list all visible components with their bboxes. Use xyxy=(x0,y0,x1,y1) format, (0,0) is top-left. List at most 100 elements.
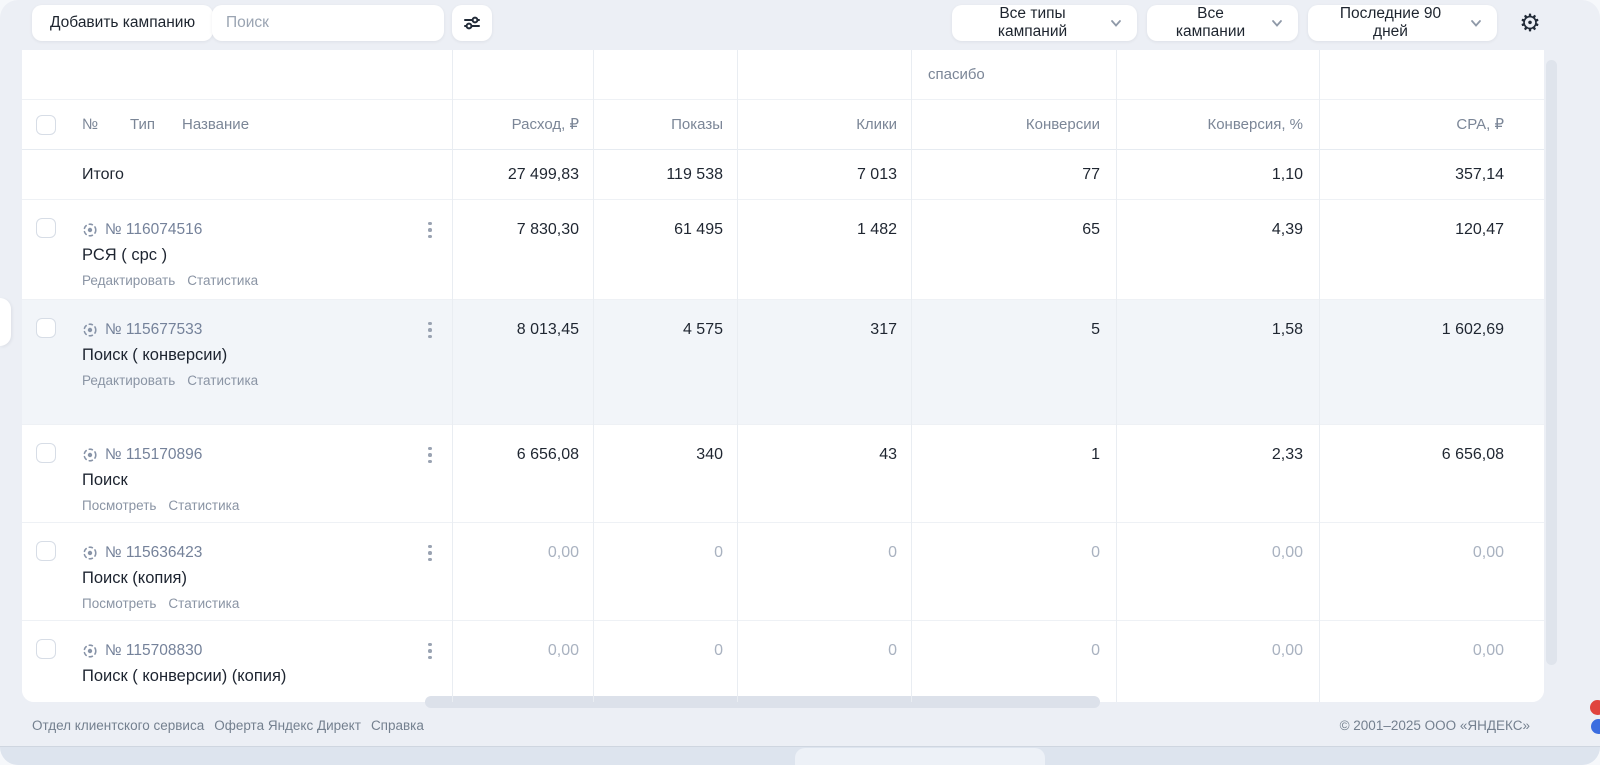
campaign-number[interactable]: № 115170896 xyxy=(105,446,202,464)
campaign-name[interactable]: РСЯ ( срс ) xyxy=(82,242,167,268)
select-all-checkbox[interactable] xyxy=(36,115,56,135)
chevron-down-icon xyxy=(1469,16,1483,30)
cell-cost: 7 830,30 xyxy=(517,218,579,242)
kebab-menu-icon[interactable] xyxy=(420,441,440,469)
view-link[interactable]: Посмотреть xyxy=(82,497,156,515)
cell-cost: 0,00 xyxy=(548,541,579,565)
cell-conversion-rate: 1,58 xyxy=(1272,318,1303,342)
cell-impressions: 0 xyxy=(714,541,723,565)
kebab-menu-icon[interactable] xyxy=(420,637,440,665)
edit-link[interactable]: Редактировать xyxy=(82,272,175,290)
kebab-menu-icon[interactable] xyxy=(420,316,440,344)
statistics-link[interactable]: Статистика xyxy=(168,595,239,613)
column-header-cpa[interactable]: CPA, ₽ xyxy=(1456,100,1504,150)
row-checkbox[interactable] xyxy=(36,218,56,238)
client-service-link[interactable]: Отдел клиентского сервиса xyxy=(32,718,204,733)
cell-cpa: 120,47 xyxy=(1455,218,1504,242)
cell-cpa: 1 602,69 xyxy=(1442,318,1504,342)
toolbar: Добавить кампанию Все типы кампаний Все … xyxy=(0,0,1600,48)
column-header-number[interactable]: № xyxy=(82,100,98,150)
goal-group-header-row: спасибо xyxy=(22,50,1544,100)
campaign-name[interactable]: Поиск ( конверсии) xyxy=(82,342,227,368)
campaign-number[interactable]: № 115677533 xyxy=(105,321,202,339)
vertical-scrollbar[interactable] xyxy=(1546,60,1557,665)
statistics-link[interactable]: Статистика xyxy=(168,497,239,515)
cell-conversions: 5 xyxy=(1091,318,1100,342)
campaign-row: № 115677533 Поиск ( конверсии) Редактиро… xyxy=(22,300,1544,425)
cell-conversion-rate: 0,00 xyxy=(1272,639,1303,663)
column-header-impressions[interactable]: Показы xyxy=(671,100,723,150)
dashed-circle-dot-icon xyxy=(82,545,98,561)
filter-button[interactable] xyxy=(452,5,492,41)
cell-clicks: 43 xyxy=(879,443,897,467)
view-link[interactable]: Посмотреть xyxy=(82,595,156,613)
campaign-row: № 115170896 Поиск Посмотреть Статистика … xyxy=(22,425,1544,523)
campaign-number[interactable]: № 116074516 xyxy=(105,221,202,239)
totals-cost: 27 499,83 xyxy=(508,150,579,200)
search-input[interactable] xyxy=(212,14,444,32)
side-drawer-handle[interactable] xyxy=(0,298,11,346)
cell-impressions: 4 575 xyxy=(683,318,723,342)
column-header-conversion-rate[interactable]: Конверсия, % xyxy=(1207,100,1303,150)
statistics-link[interactable]: Статистика xyxy=(187,372,258,390)
kebab-menu-icon[interactable] xyxy=(420,216,440,244)
cell-conversion-rate: 0,00 xyxy=(1272,541,1303,565)
cell-cost: 8 013,45 xyxy=(517,318,579,342)
app-window: Добавить кампанию Все типы кампаний Все … xyxy=(0,0,1600,765)
date-range-dropdown-label: Последние 90 дней xyxy=(1322,5,1459,41)
edge-badge-icon xyxy=(1591,719,1600,734)
campaign-row: № 116074516 РСЯ ( срс ) Редактировать Ст… xyxy=(22,200,1544,300)
campaign-name[interactable]: Поиск xyxy=(82,467,128,493)
cell-clicks: 0 xyxy=(888,639,897,663)
gear-icon: ⚙ xyxy=(1519,9,1541,38)
campaigns-dropdown[interactable]: Все кампании xyxy=(1147,5,1298,41)
row-checkbox[interactable] xyxy=(36,639,56,659)
campaign-number[interactable]: № 115636423 xyxy=(105,544,202,562)
dock-hint xyxy=(795,748,1045,765)
totals-conversion-rate: 1,10 xyxy=(1272,150,1303,200)
dashed-circle-dot-icon xyxy=(82,643,98,659)
cell-clicks: 317 xyxy=(870,318,897,342)
row-checkbox[interactable] xyxy=(36,318,56,338)
chevron-down-icon xyxy=(1270,16,1284,30)
campaign-number[interactable]: № 115708830 xyxy=(105,642,202,660)
column-header-type[interactable]: Тип xyxy=(130,100,155,150)
settings-button[interactable]: ⚙ xyxy=(1512,5,1548,41)
kebab-menu-icon[interactable] xyxy=(420,539,440,567)
campaigns-dropdown-label: Все кампании xyxy=(1161,5,1260,41)
totals-cpa: 357,14 xyxy=(1455,150,1504,200)
cell-cpa: 0,00 xyxy=(1473,639,1504,663)
totals-clicks: 7 013 xyxy=(857,150,897,200)
help-link[interactable]: Справка xyxy=(371,718,424,733)
column-header-conversions[interactable]: Конверсии xyxy=(1026,100,1100,150)
dashed-circle-dot-icon xyxy=(82,222,98,238)
add-campaign-button[interactable]: Добавить кампанию xyxy=(32,5,213,41)
totals-label: Итого xyxy=(82,150,124,200)
cell-conversions: 1 xyxy=(1091,443,1100,467)
campaign-name[interactable]: Поиск ( конверсии) (копия) xyxy=(82,663,286,689)
cell-cpa: 0,00 xyxy=(1473,541,1504,565)
statistics-link[interactable]: Статистика xyxy=(187,272,258,290)
column-header-clicks[interactable]: Клики xyxy=(856,100,897,150)
dashed-circle-dot-icon xyxy=(82,447,98,463)
campaign-types-dropdown[interactable]: Все типы кампаний xyxy=(952,5,1137,41)
dashed-circle-dot-icon xyxy=(82,322,98,338)
campaign-name[interactable]: Поиск (копия) xyxy=(82,565,187,591)
edit-link[interactable]: Редактировать xyxy=(82,372,175,390)
footer: Отдел клиентского сервиса Оферта Яндекс … xyxy=(0,705,1600,746)
row-checkbox[interactable] xyxy=(36,443,56,463)
search-field[interactable] xyxy=(212,5,444,41)
sliders-icon xyxy=(462,13,482,33)
cell-cost: 6 656,08 xyxy=(517,443,579,467)
totals-conversions: 77 xyxy=(1082,150,1100,200)
edge-badge-icon xyxy=(1590,700,1600,715)
cell-conversion-rate: 2,33 xyxy=(1272,443,1303,467)
offer-link[interactable]: Оферта Яндекс Директ xyxy=(214,718,361,733)
cell-impressions: 340 xyxy=(696,443,723,467)
column-header-cost[interactable]: Расход, ₽ xyxy=(512,100,579,150)
row-checkbox[interactable] xyxy=(36,541,56,561)
column-header-name[interactable]: Название xyxy=(182,100,249,150)
campaign-row: № 115636423 Поиск (копия) Посмотреть Ста… xyxy=(22,523,1544,621)
cell-conversions: 0 xyxy=(1091,541,1100,565)
date-range-dropdown[interactable]: Последние 90 дней xyxy=(1308,5,1497,41)
